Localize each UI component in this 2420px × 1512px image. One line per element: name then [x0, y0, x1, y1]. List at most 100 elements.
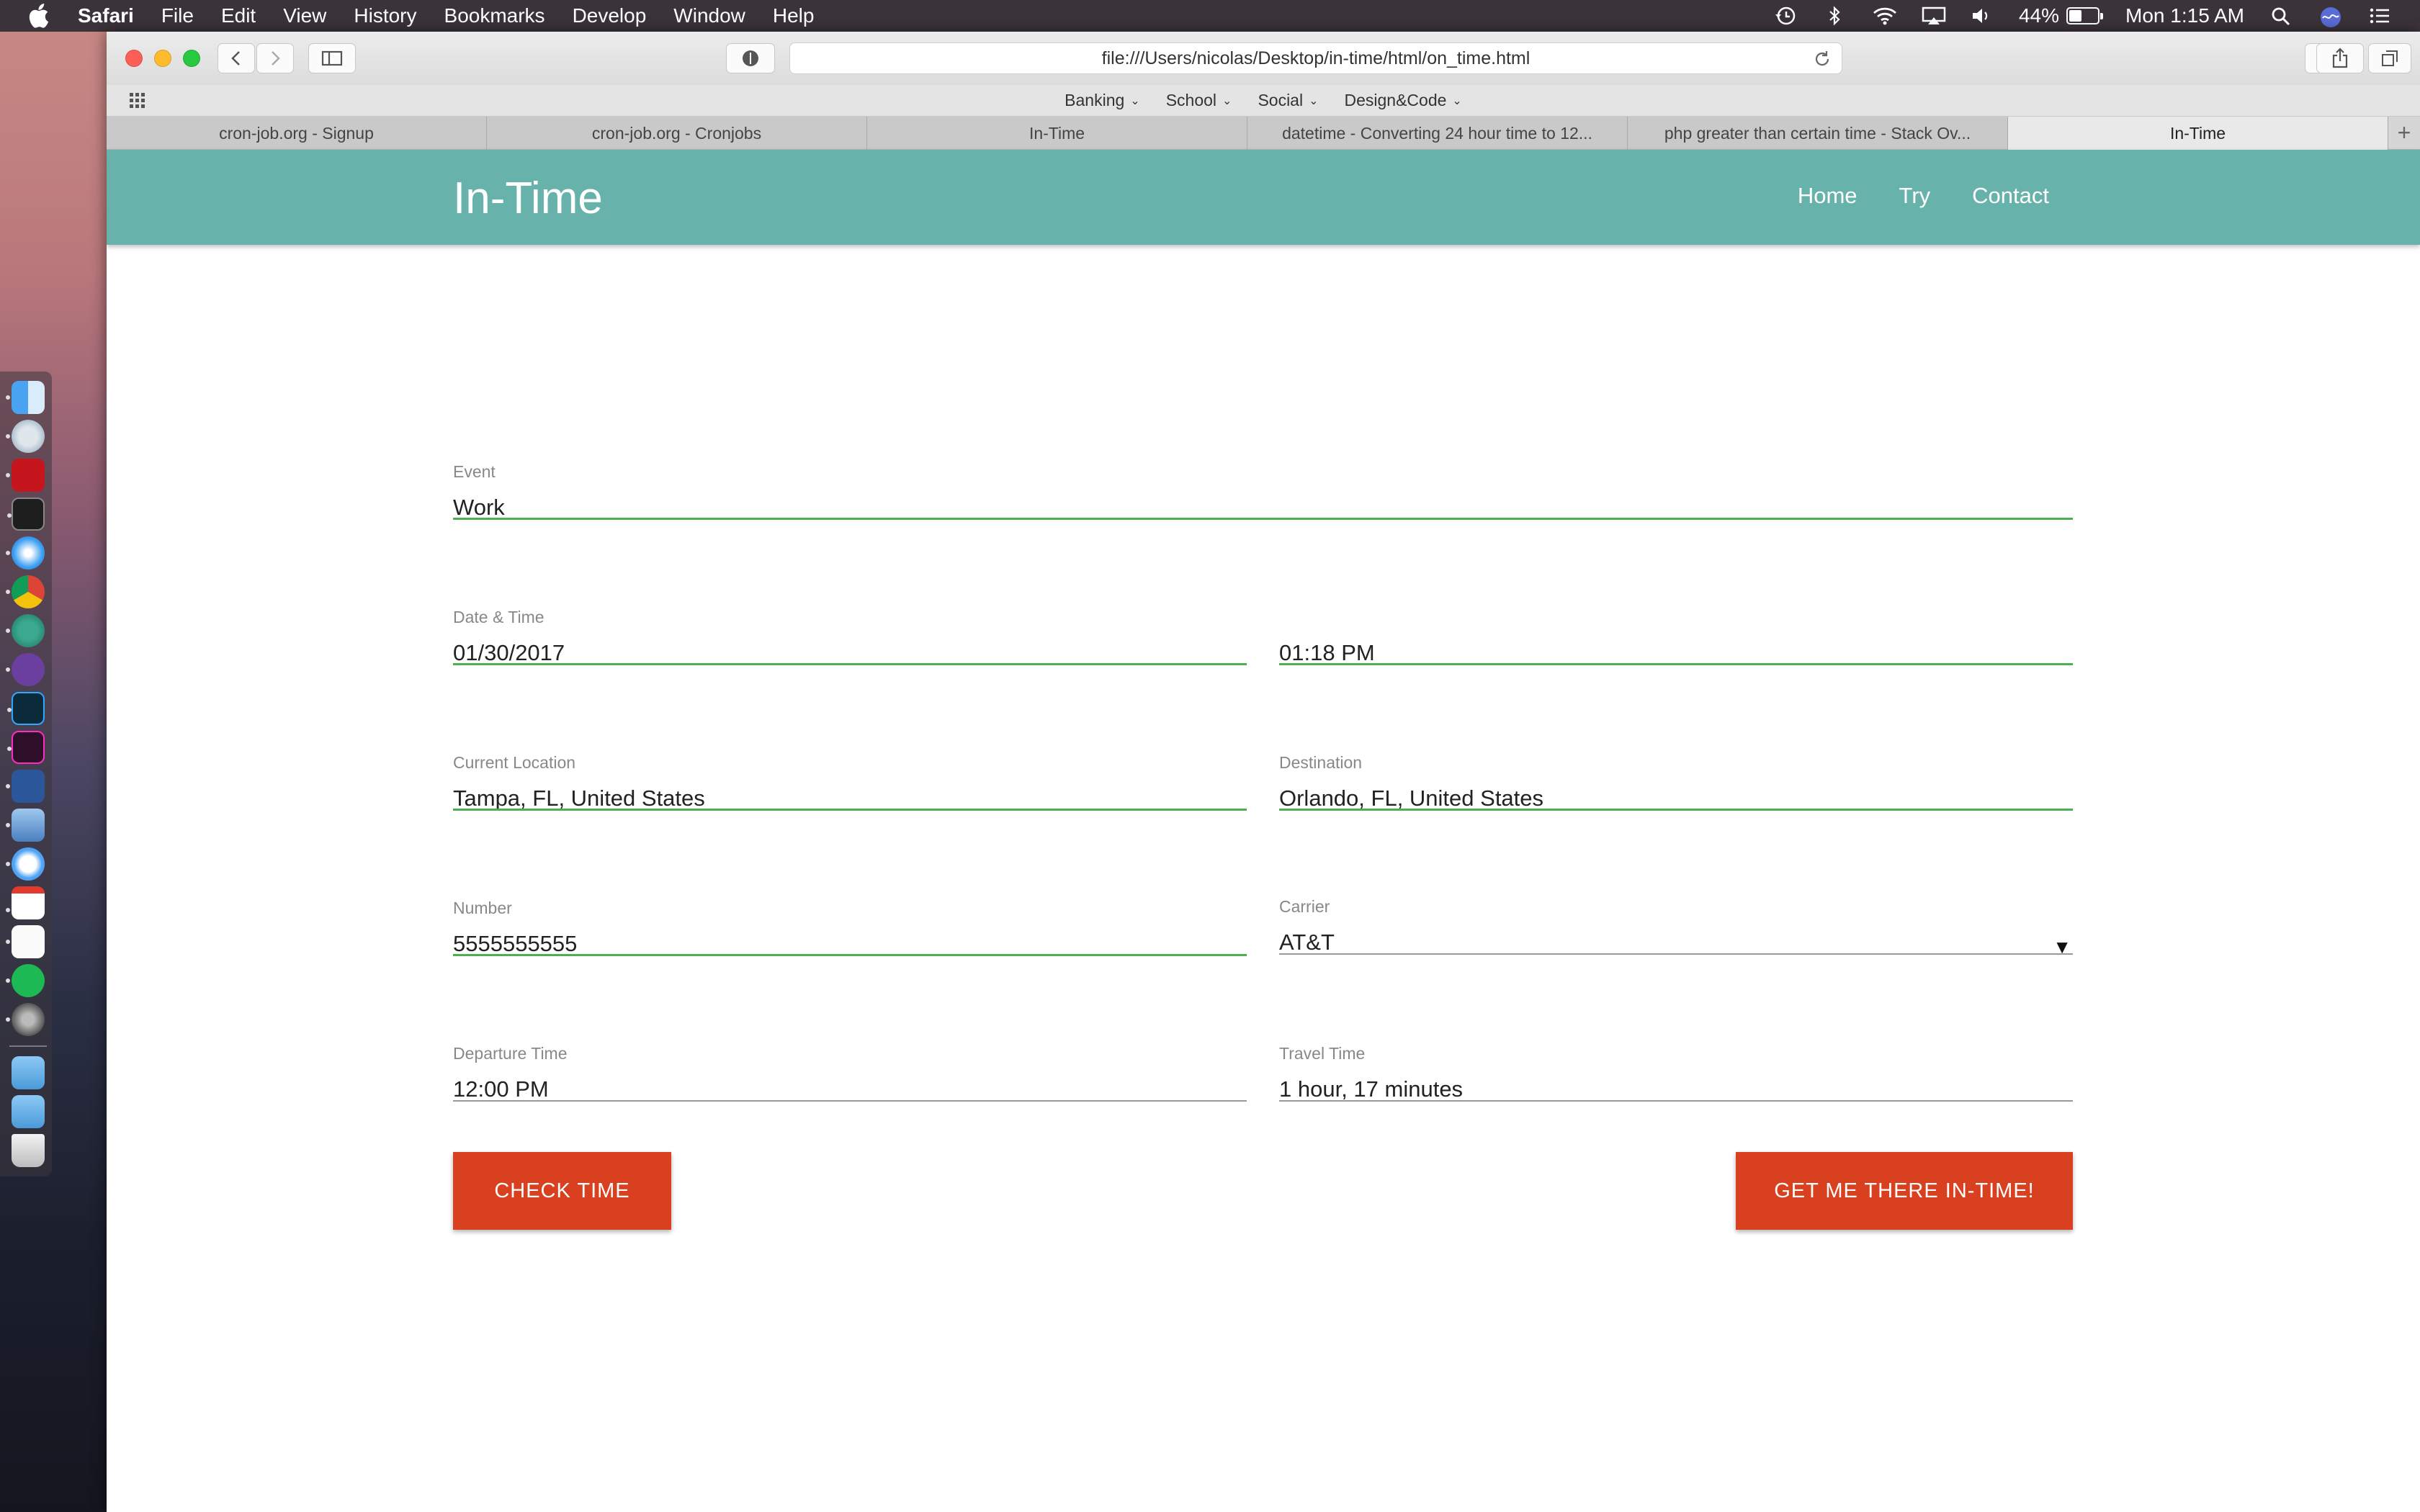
- check-time-button[interactable]: CHECK TIME: [453, 1152, 671, 1230]
- reload-icon[interactable]: [1813, 50, 1832, 68]
- new-tab-button[interactable]: +: [2388, 117, 2420, 149]
- menu-help[interactable]: Help: [773, 4, 815, 27]
- bookmark-folder-school[interactable]: School ⌄: [1166, 91, 1232, 110]
- minimize-window-button[interactable]: [154, 50, 171, 67]
- back-button[interactable]: [218, 43, 255, 73]
- destination-input[interactable]: Orlando, FL, United States: [1279, 786, 2073, 811]
- site-title[interactable]: In-Time: [453, 173, 603, 224]
- field-underline: [1279, 1100, 2073, 1102]
- tab-in-time[interactable]: In-Time: [867, 117, 1247, 150]
- field-underline: [453, 518, 2073, 520]
- terminal-icon[interactable]: [7, 498, 45, 531]
- apple-icon[interactable]: [27, 4, 49, 28]
- nav-contact-link[interactable]: Contact: [1972, 183, 2049, 209]
- menu-history[interactable]: History: [354, 4, 416, 27]
- menu-clock[interactable]: Mon 1:15 AM: [2125, 4, 2244, 27]
- current-location-field[interactable]: Current Location Tampa, FL, United State…: [453, 753, 1247, 811]
- downloads-folder-icon[interactable]: [12, 1095, 45, 1128]
- airplay-icon[interactable]: [1921, 6, 1946, 26]
- sidebar-toggle-button[interactable]: [308, 43, 356, 73]
- privacy-shield-button[interactable]: [726, 43, 775, 73]
- menu-bookmarks[interactable]: Bookmarks: [444, 4, 545, 27]
- page-content: In-Time Home Try Contact Event Work Date…: [107, 150, 2420, 1512]
- dropdown-arrow-icon[interactable]: ▼: [2053, 936, 2071, 958]
- notification-center-icon[interactable]: [2368, 6, 2391, 26]
- applications-folder-icon[interactable]: [12, 1056, 45, 1089]
- travel-time-label: Travel Time: [1279, 1044, 1366, 1063]
- trash-icon[interactable]: [12, 1134, 45, 1167]
- close-window-button[interactable]: [125, 50, 143, 67]
- bookmark-folder-design-code[interactable]: Design&Code ⌄: [1345, 91, 1462, 110]
- tab-bar: cron-job.org - Signup cron-job.org - Cro…: [107, 117, 2420, 150]
- photoshop-icon[interactable]: [7, 692, 45, 725]
- bluetooth-icon[interactable]: [1823, 6, 1846, 26]
- github-icon[interactable]: [6, 653, 45, 686]
- travel-time-field: Travel Time 1 hour, 17 minutes: [1279, 1044, 2073, 1102]
- event-field[interactable]: Event Work: [453, 462, 2073, 520]
- nav-home-link[interactable]: Home: [1798, 183, 1857, 209]
- menu-view[interactable]: View: [283, 4, 326, 27]
- destination-field[interactable]: Destination Orlando, FL, United States: [1279, 753, 2073, 811]
- chrome-icon[interactable]: [6, 575, 45, 608]
- field-underline: [1279, 953, 2073, 955]
- calendar-icon[interactable]: [6, 886, 45, 919]
- get-me-there-button[interactable]: GET ME THERE IN-TIME!: [1736, 1152, 2073, 1230]
- forward-button[interactable]: [256, 43, 294, 73]
- date-field[interactable]: Date & Time 01/30/2017: [453, 608, 1247, 665]
- current-location-label: Current Location: [453, 753, 576, 772]
- gitkraken-icon[interactable]: [6, 614, 45, 647]
- menu-bar: Safari File Edit View History Bookmarks …: [0, 0, 2420, 32]
- nav-try-link[interactable]: Try: [1899, 183, 1931, 209]
- chevron-right-icon: [272, 51, 280, 66]
- word-icon[interactable]: [6, 770, 45, 803]
- grid-icon[interactable]: [128, 90, 150, 112]
- messages-icon[interactable]: [6, 847, 45, 881]
- time-input[interactable]: 01:18 PM: [1279, 640, 2073, 666]
- menu-file[interactable]: File: [161, 4, 194, 27]
- time-label-spacer: [1279, 608, 2073, 627]
- volume-icon[interactable]: [1970, 6, 1993, 26]
- bookmark-folder-banking[interactable]: Banking ⌄: [1065, 91, 1140, 110]
- reminders-icon[interactable]: [6, 925, 45, 958]
- adobe-xd-icon[interactable]: [7, 731, 45, 764]
- tab-datetime[interactable]: datetime - Converting 24 hour time to 12…: [1247, 117, 1628, 150]
- time-field[interactable]: 01:18 PM: [1279, 608, 2073, 665]
- event-input[interactable]: Work: [453, 495, 2073, 521]
- tab-cron-cronjobs[interactable]: cron-job.org - Cronjobs: [487, 117, 867, 150]
- safari-icon[interactable]: [6, 536, 45, 570]
- preview-icon[interactable]: [6, 809, 45, 842]
- system-preferences-icon[interactable]: [6, 1003, 45, 1036]
- bookmark-folder-social[interactable]: Social ⌄: [1258, 91, 1318, 110]
- spotlight-search-icon[interactable]: [2270, 6, 2293, 26]
- menu-develop[interactable]: Develop: [573, 4, 647, 27]
- carrier-value[interactable]: AT&T: [1279, 930, 2073, 955]
- tab-php-stackoverflow[interactable]: php greater than certain time - Stack Ov…: [1628, 117, 2008, 150]
- filezilla-icon[interactable]: [6, 459, 45, 492]
- address-bar[interactable]: file:///Users/nicolas/Desktop/in-time/ht…: [789, 42, 1842, 74]
- menu-app-name[interactable]: Safari: [78, 4, 134, 27]
- time-machine-icon[interactable]: [1774, 6, 1797, 26]
- wifi-icon[interactable]: [1872, 6, 1896, 26]
- menu-window[interactable]: Window: [673, 4, 745, 27]
- plus-icon: +: [2397, 120, 2411, 145]
- field-underline: [453, 1100, 1247, 1102]
- finder-icon[interactable]: [6, 381, 45, 414]
- show-all-tabs-button[interactable]: [2368, 43, 2411, 73]
- bookmark-label: Design&Code: [1344, 91, 1447, 109]
- zoom-window-button[interactable]: [183, 50, 200, 67]
- shield-icon: [743, 50, 758, 66]
- tab-cron-signup[interactable]: cron-job.org - Signup: [107, 117, 487, 150]
- share-button[interactable]: [2316, 43, 2364, 73]
- siri-icon[interactable]: [2319, 6, 2342, 27]
- number-input[interactable]: 5555555555: [453, 931, 1247, 957]
- spotify-icon[interactable]: [6, 964, 45, 997]
- carrier-select[interactable]: Carrier AT&T ▼: [1279, 897, 2073, 958]
- battery-icon[interactable]: [2066, 7, 2104, 24]
- url-text[interactable]: file:///Users/nicolas/Desktop/in-time/ht…: [1102, 48, 1531, 69]
- menu-edit[interactable]: Edit: [221, 4, 256, 27]
- number-field[interactable]: Number 5555555555: [453, 899, 1247, 956]
- tab-in-time-active[interactable]: In-Time: [2008, 117, 2388, 150]
- current-location-input[interactable]: Tampa, FL, United States: [453, 786, 1247, 811]
- date-input[interactable]: 01/30/2017: [453, 640, 1247, 666]
- network-app-icon[interactable]: [6, 420, 45, 453]
